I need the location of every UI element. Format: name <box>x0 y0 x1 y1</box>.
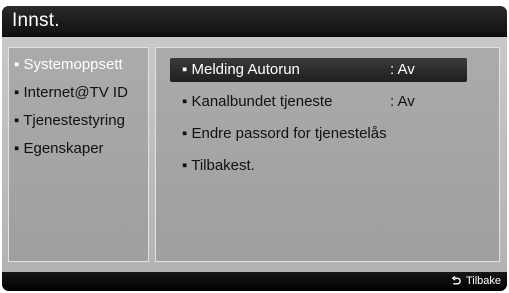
menu-item-internet-tv-id[interactable]: ▪ Internet@TV ID <box>14 84 128 102</box>
option-label: ▪ Kanalbundet tjeneste <box>182 93 333 110</box>
footer-bar: Tilbake <box>2 272 507 291</box>
menu-item-systemoppsett[interactable]: ▪ Systemoppsett <box>14 56 123 74</box>
option-endre-passord[interactable]: ▪ Endre passord for tjenestelås <box>172 122 467 146</box>
option-label: ▪ Endre passord for tjenestelås <box>182 125 387 142</box>
back-button[interactable]: Tilbake <box>451 274 501 289</box>
menu-item-egenskaper[interactable]: ▪ Egenskaper <box>14 140 104 158</box>
category-menu: ▪ Systemoppsett ▪ Internet@TV ID ▪ Tjene… <box>8 47 149 262</box>
title-bar: Innst. <box>2 6 507 36</box>
option-value: : Av <box>390 93 415 110</box>
menu-item-tjenestestyring[interactable]: ▪ Tjenestestyring <box>14 112 125 130</box>
option-kanalbundet-tjeneste[interactable]: ▪ Kanalbundet tjeneste : Av <box>172 90 467 114</box>
option-label: ▪ Tilbakest. <box>182 157 255 174</box>
page-title: Innst. <box>12 10 60 31</box>
option-label: ▪ Melding Autorun <box>182 61 300 78</box>
option-tilbakest[interactable]: ▪ Tilbakest. <box>172 154 467 178</box>
back-label: Tilbake <box>465 275 501 287</box>
option-melding-autorun[interactable]: ▪ Melding Autorun : Av <box>170 58 467 82</box>
settings-window: Innst. ▪ Systemoppsett ▪ Internet@TV ID … <box>2 6 507 291</box>
options-menu: ▪ Melding Autorun : Av ▪ Kanalbundet tje… <box>155 47 500 262</box>
option-value: : Av <box>390 61 415 78</box>
return-arrow-icon <box>451 276 461 285</box>
settings-body: ▪ Systemoppsett ▪ Internet@TV ID ▪ Tjene… <box>2 37 507 272</box>
